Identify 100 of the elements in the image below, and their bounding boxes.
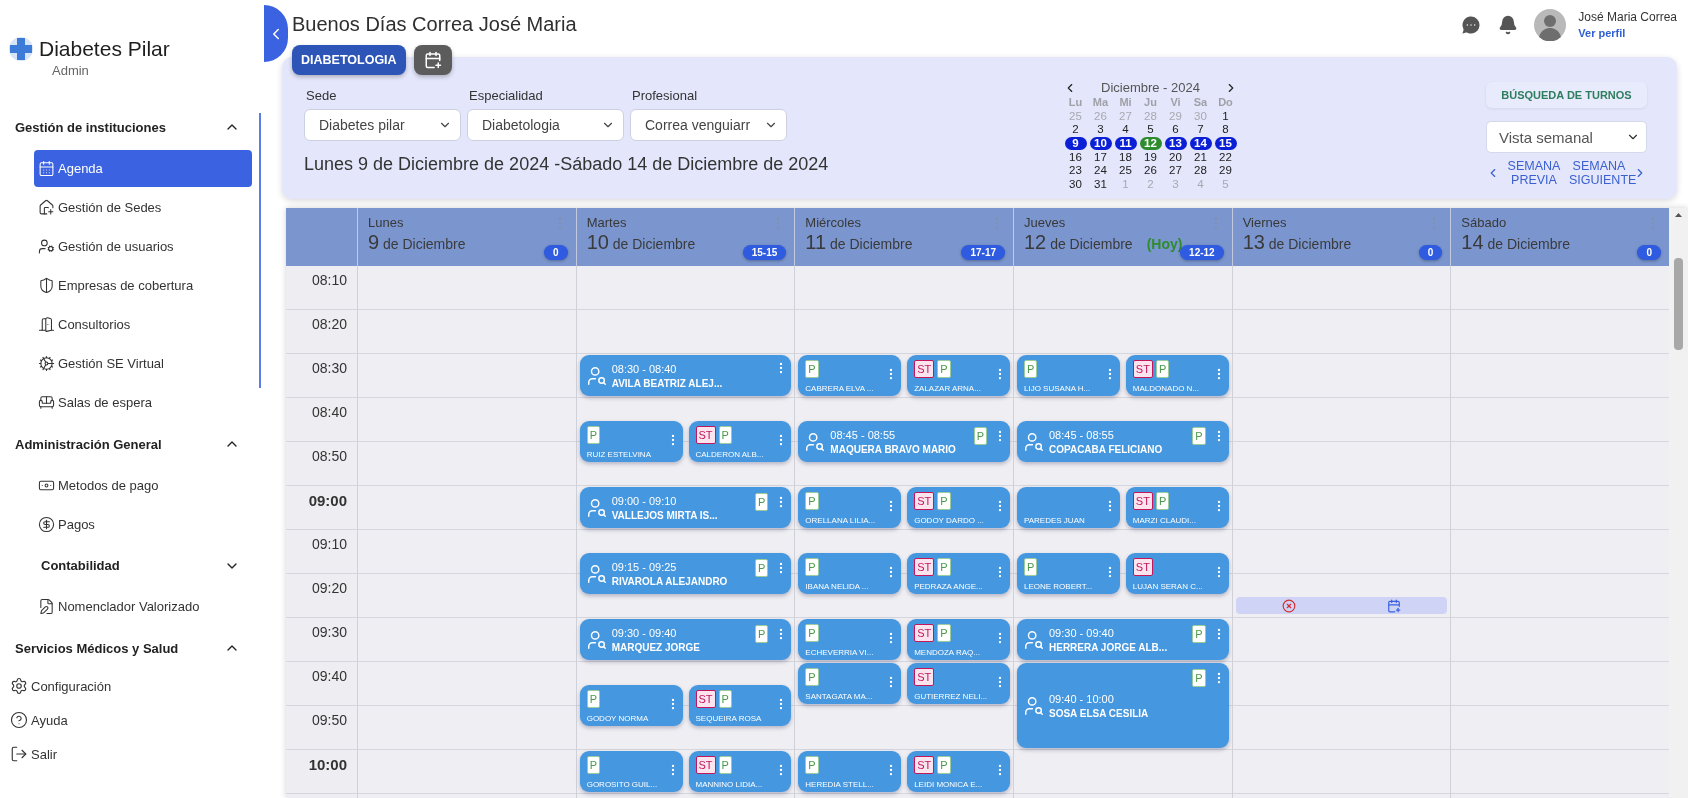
appointment-card[interactable]: P RUIZ ESTELVINA <box>579 421 683 462</box>
calendar-day[interactable]: 20 <box>1164 150 1187 165</box>
appointment-card[interactable]: P ORELLANA LILIA... <box>798 487 902 528</box>
specialty-tab[interactable]: DIABETOLOGIA <box>292 45 406 75</box>
appointment-card[interactable]: ST LUJAN SERAN C... <box>1125 553 1229 594</box>
next-week-link[interactable]: SEMANA SIGUIENTE <box>1569 159 1647 187</box>
calendar-day[interactable]: 10 <box>1089 136 1112 151</box>
menu-item[interactable]: Salir <box>0 737 57 771</box>
menu-item[interactable]: Agenda <box>34 150 252 187</box>
appointment-card[interactable]: 09:30 - 09:40 MARQUEZ JORGE P <box>579 619 792 660</box>
calendar-day[interactable]: 12 <box>1139 136 1162 151</box>
appointment-card[interactable]: P IBANA NELIDA ... <box>798 553 902 594</box>
calendar-day[interactable]: 5 <box>1139 123 1162 137</box>
scrollbar-thumb[interactable] <box>1674 258 1683 350</box>
menu-item[interactable]: Gestión de Sedes <box>34 189 252 226</box>
menu-item[interactable]: Metodos de pago <box>34 467 252 504</box>
appointment-card[interactable]: 09:40 - 10:00 SOSA ELSA CESILIA P <box>1017 663 1229 748</box>
menu-item[interactable]: Nomenclador Valorizado <box>34 588 252 625</box>
appointment-card[interactable]: ST P MALDONADO N... <box>1125 355 1229 396</box>
appointment-card[interactable]: 09:15 - 09:25 RIVAROLA ALEJANDRO P <box>579 553 792 594</box>
appointment-card[interactable]: ST P SEQUEIRA ROSA <box>688 685 792 726</box>
menu-item[interactable]: Consultorios <box>34 306 252 343</box>
appointment-card[interactable]: ST P GODOY DARDO ... <box>907 487 1010 528</box>
appointment-card[interactable]: P SANTAGATA MA... <box>798 663 902 704</box>
select-field[interactable]: Correa venguiarr <box>630 109 787 141</box>
appointment-card[interactable]: P HEREDIA STELL... <box>798 751 902 792</box>
calendar-plus-icon <box>423 51 442 69</box>
calendar-day[interactable]: 26 <box>1139 164 1162 178</box>
appointment-card[interactable]: ST P MARZI CLAUDI... <box>1125 487 1229 528</box>
appointment-card[interactable]: 08:45 - 08:55 MAQUERA BRAVO MARIO P <box>798 421 1010 462</box>
cancel-button[interactable] <box>1281 598 1296 613</box>
calendar-day[interactable]: 1 <box>1214 109 1237 123</box>
appointment-card[interactable]: 09:30 - 09:40 HERRERA JORGE ALB... P <box>1017 619 1229 660</box>
status-tag: P <box>755 493 769 511</box>
calendar-day[interactable]: 7 <box>1189 123 1212 137</box>
appointment-card[interactable]: ST P CALDERON ALB... <box>688 421 792 462</box>
status-tag: ST <box>1132 492 1153 510</box>
menu-item[interactable]: Gestión SE Virtual <box>34 345 252 382</box>
profile-link[interactable]: Ver perfil <box>1578 27 1677 39</box>
appointment-card[interactable]: P GODOY NORMA <box>579 685 683 726</box>
appointment-card[interactable]: 09:00 - 09:10 VALLEJOS MIRTA IS... P <box>579 487 792 528</box>
chat-icon[interactable] <box>1460 13 1483 36</box>
menu-item[interactable]: Salas de espera <box>34 384 252 421</box>
appointment-card[interactable]: P ECHEVERRIA VI... <box>798 619 902 660</box>
calendar-day[interactable]: 24 <box>1089 164 1112 178</box>
calendar-day[interactable]: 18 <box>1114 150 1137 165</box>
calendar-day[interactable]: 15 <box>1214 136 1237 151</box>
section-header[interactable]: Servicios Médicos y Salud <box>0 627 264 669</box>
previous-week-link[interactable]: SEMANA PREVIA <box>1486 159 1564 187</box>
calendar-day[interactable]: 6 <box>1164 123 1187 137</box>
calendar-day[interactable]: 13 <box>1164 136 1187 151</box>
calendar-day[interactable]: 22 <box>1214 150 1237 165</box>
calendar-day[interactable]: 11 <box>1114 136 1137 151</box>
calendar-day[interactable]: 28 <box>1189 164 1212 178</box>
appointment-card[interactable]: ST P LEIDI MONICA E... <box>907 751 1010 792</box>
calendar-day[interactable]: 16 <box>1064 150 1087 165</box>
appointment-card[interactable]: P LEONE ROBERT... <box>1017 553 1120 594</box>
menu-item[interactable]: Empresas de cobertura <box>34 267 252 304</box>
scrollbar-thumb[interactable] <box>259 113 261 388</box>
avatar[interactable] <box>1534 8 1567 41</box>
calendar-day[interactable]: 2 <box>1064 123 1087 137</box>
calendar-day[interactable]: 3 <box>1089 123 1112 137</box>
notification-icon[interactable] <box>1498 14 1519 35</box>
select-field[interactable]: Diabetologia <box>467 109 624 141</box>
appointment-card[interactable]: P GOROSITO GUIL... <box>579 751 683 792</box>
calendar-day[interactable]: 29 <box>1214 164 1237 178</box>
calendar-day[interactable]: 17 <box>1089 150 1112 165</box>
menu-item[interactable]: Ayuda <box>0 703 68 737</box>
house-plus-icon <box>38 199 55 216</box>
appointment-card[interactable]: P LIJO SUSANA H... <box>1017 355 1120 396</box>
calendar-day[interactable]: 25 <box>1114 164 1137 178</box>
calendar-day[interactable]: 8 <box>1214 123 1237 137</box>
calendar-day[interactable]: 30 <box>1064 177 1087 192</box>
section-header[interactable]: Administración General <box>0 423 264 465</box>
add-appointment-button[interactable] <box>1387 598 1402 613</box>
calendar-day[interactable]: 19 <box>1139 150 1162 165</box>
menu-item[interactable]: Gestión de usuarios <box>34 228 252 265</box>
appointment-card[interactable]: ST P MENDOZA RAQ... <box>907 619 1010 660</box>
select-field[interactable]: Diabetes pilar <box>304 109 461 141</box>
appointment-card[interactable]: 08:45 - 08:55 COPACABA FELICIANO P <box>1017 421 1229 462</box>
calendar-day[interactable]: 9 <box>1064 136 1087 151</box>
collapse-button[interactable] <box>264 5 288 62</box>
calendar-day[interactable]: 23 <box>1064 164 1087 178</box>
view-select[interactable]: Vista semanal <box>1486 121 1647 153</box>
appointment-card[interactable]: ST P ZALAZAR ARNA... <box>907 355 1010 396</box>
logo-icon <box>8 36 34 62</box>
menu-item[interactable]: Pagos <box>34 506 252 543</box>
calendar-day[interactable]: 31 <box>1089 177 1112 192</box>
appointment-card[interactable]: P CABRERA ELVA ... <box>798 355 902 396</box>
calendar-day[interactable]: 27 <box>1164 164 1187 178</box>
appointment-card[interactable]: ST P MANNINO LIDIA... <box>688 751 792 792</box>
menu-item[interactable]: Configuración <box>0 669 112 703</box>
add-schedule-button[interactable] <box>413 45 452 75</box>
calendar-day[interactable]: 14 <box>1189 136 1212 151</box>
menu-group[interactable]: Contabilidad <box>0 545 264 586</box>
calendar-day[interactable]: 4 <box>1114 123 1137 137</box>
appointment-card[interactable]: ST GUTIERREZ NELI... <box>907 663 1010 704</box>
appointment-card[interactable]: ST P PEDRAZA ANGE... <box>907 553 1010 594</box>
calendar-day[interactable]: 21 <box>1189 150 1212 165</box>
search-appointments-button[interactable]: BÚSQUEDA DE TURNOS <box>1486 82 1647 108</box>
